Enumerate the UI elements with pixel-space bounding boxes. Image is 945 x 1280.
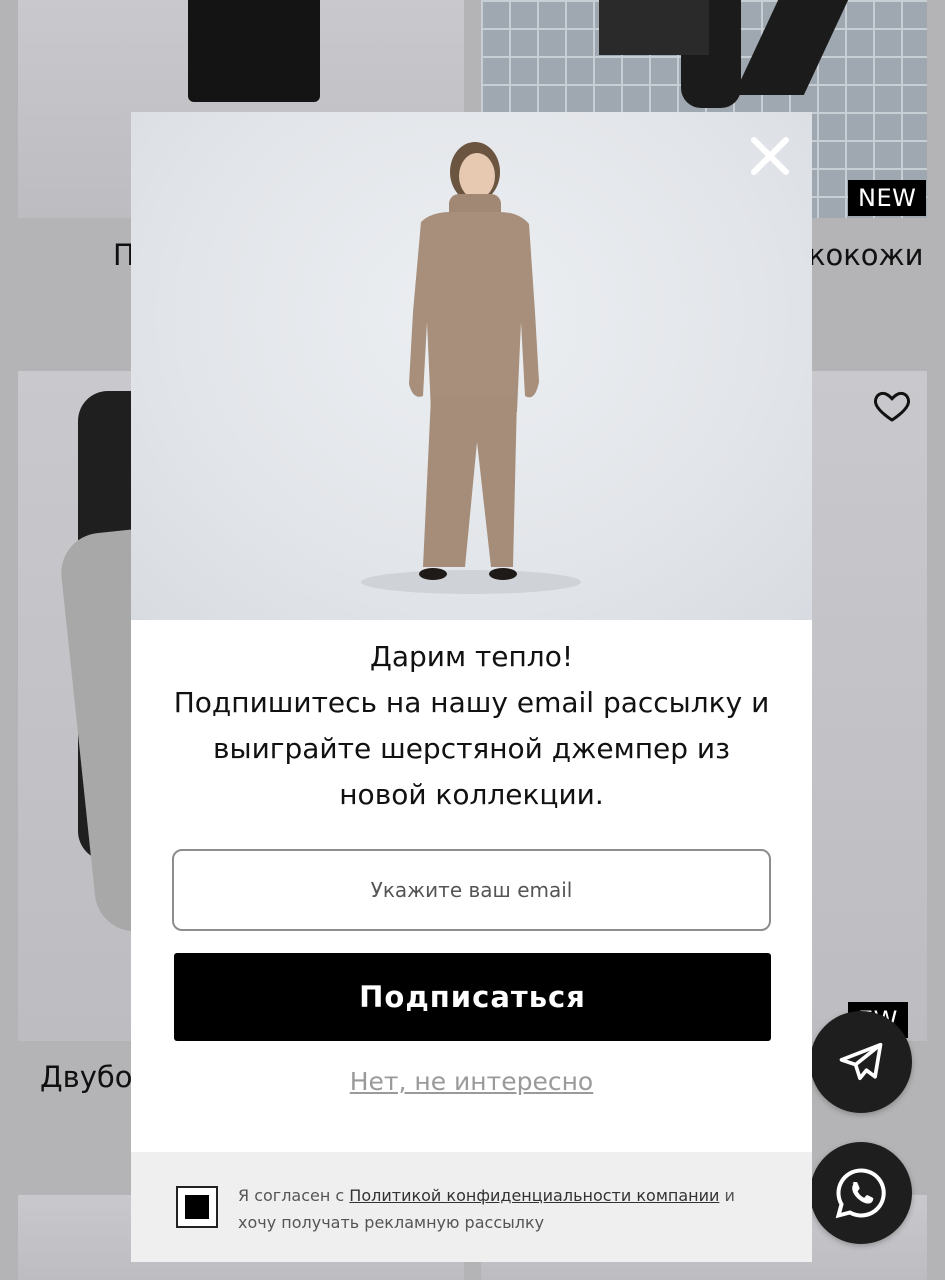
- privacy-policy-link[interactable]: Политикой конфиденциальности компании: [349, 1186, 719, 1205]
- consent-text-before: Я согласен с: [238, 1186, 350, 1205]
- heart-icon[interactable]: [872, 385, 912, 425]
- telegram-button[interactable]: [810, 1011, 912, 1113]
- close-icon: [751, 137, 789, 175]
- popup-body-line: Подпишитесь на нашу email рассылку и: [173, 686, 770, 719]
- popup-hero-image: [131, 112, 812, 620]
- close-button[interactable]: [748, 134, 792, 178]
- popup-message: Дарим тепло! Подпишитесь на нашу email р…: [131, 634, 812, 818]
- whatsapp-icon: [835, 1168, 886, 1219]
- coat-silhouette: [188, 0, 320, 102]
- legs-silhouette: [733, 0, 849, 95]
- product-title[interactable]: кокожи: [808, 238, 924, 272]
- product-title[interactable]: Двубо: [40, 1060, 133, 1094]
- model-photo: [361, 142, 581, 594]
- consent-text: Я согласен с Политикой конфиденциальност…: [238, 1182, 778, 1236]
- whatsapp-button[interactable]: [810, 1142, 912, 1244]
- decline-link[interactable]: Нет, не интересно: [131, 1067, 812, 1096]
- telegram-icon: [839, 1042, 883, 1081]
- popup-body-line: выиграйте шерстяной джемпер из: [212, 732, 730, 765]
- subscribe-button[interactable]: Подписаться: [174, 953, 771, 1041]
- checkbox-checked-mark: [185, 1195, 209, 1219]
- email-input[interactable]: [172, 849, 771, 931]
- consent-section: Я согласен с Политикой конфиденциальност…: [131, 1152, 812, 1262]
- popup-body-line: новой коллекции.: [339, 778, 604, 811]
- new-badge: NEW: [848, 180, 927, 216]
- popup-heading: Дарим тепло!: [369, 640, 574, 673]
- consent-checkbox[interactable]: [176, 1186, 218, 1228]
- coat-silhouette: [599, 0, 709, 55]
- subscription-popup: Дарим тепло! Подпишитесь на нашу email р…: [131, 112, 812, 1262]
